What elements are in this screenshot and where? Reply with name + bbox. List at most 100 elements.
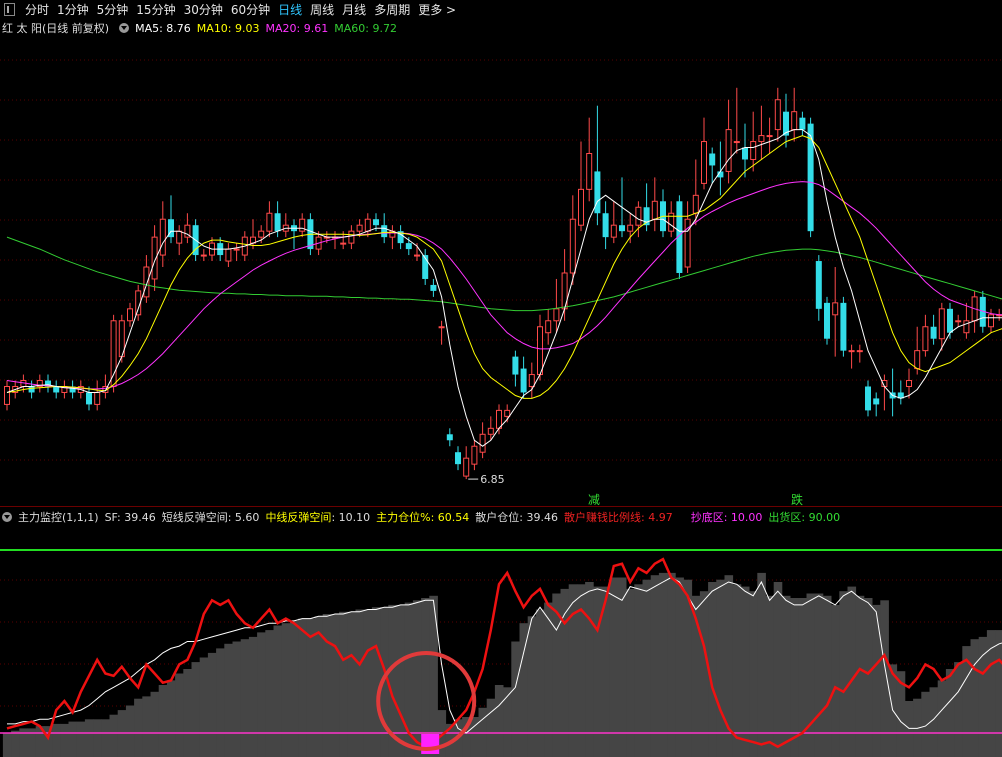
candle-body — [537, 326, 543, 376]
candle-body — [865, 386, 871, 411]
candle-body — [233, 248, 240, 251]
position-bar — [265, 630, 274, 757]
position-bar — [527, 616, 537, 757]
tab-1min[interactable]: 1分钟 — [53, 1, 93, 18]
tab-5min[interactable]: 5分钟 — [93, 1, 133, 18]
position-bar — [11, 730, 20, 757]
position-bar — [248, 636, 258, 757]
position-bar — [650, 575, 660, 757]
tab-60min[interactable]: 60分钟 — [227, 1, 274, 18]
candle-body — [299, 218, 306, 232]
candle-body — [356, 224, 363, 232]
candle-body — [512, 356, 519, 375]
tab-30min[interactable]: 30分钟 — [180, 1, 227, 18]
position-bar — [519, 623, 529, 757]
retail-ratio-label: 散户赚钱比例线: 4.97 — [564, 511, 673, 524]
position-bar — [617, 577, 627, 757]
position-bar — [216, 648, 225, 757]
signal-jian: 减 — [588, 493, 600, 506]
candlestick-chart[interactable]: 6.85 减 跌 — [0, 36, 1002, 506]
chevron-right-icon: > — [446, 3, 457, 17]
candle-body — [496, 409, 502, 429]
position-bar — [371, 607, 381, 757]
candle-body — [578, 188, 584, 226]
candle-body — [914, 350, 921, 370]
candle-body — [619, 225, 625, 232]
tab-multi-period[interactable]: 多周期 — [370, 1, 414, 18]
sidebar-toggle-icon[interactable] — [4, 3, 15, 16]
tab-daily[interactable]: 日线 — [274, 1, 306, 18]
position-bar — [642, 579, 652, 757]
candle-body — [463, 457, 470, 477]
position-bar — [347, 611, 356, 757]
position-bar — [921, 691, 930, 757]
candle-body — [832, 302, 839, 316]
ma10-label: MA10: 9.03 — [196, 21, 260, 35]
position-bar — [872, 604, 881, 757]
position-bar — [773, 582, 783, 757]
indicator-dropdown-icon[interactable] — [2, 512, 12, 522]
candle-body — [906, 380, 912, 387]
position-bar — [166, 680, 176, 757]
candle-body — [742, 147, 748, 160]
candle-body — [28, 386, 35, 393]
position-bar — [986, 630, 996, 757]
candle-body — [274, 213, 281, 232]
tab-more[interactable]: 更多 > — [414, 1, 460, 18]
position-bar — [904, 701, 914, 757]
position-bar — [675, 577, 684, 757]
position-bar — [716, 579, 725, 757]
mid-rebound-name: 中线反弹空间 — [265, 511, 332, 524]
candle-body — [225, 248, 232, 262]
position-bar — [306, 618, 315, 757]
position-bar — [52, 723, 61, 757]
position-bar — [93, 719, 102, 757]
candle-body — [692, 194, 699, 214]
position-bar — [191, 662, 201, 757]
position-bar — [396, 604, 406, 757]
candle-body — [569, 218, 576, 274]
candle-body — [143, 266, 150, 298]
candle-body — [86, 392, 92, 405]
candle-body — [709, 153, 716, 166]
candle-body — [471, 445, 478, 465]
tab-15min[interactable]: 15分钟 — [132, 1, 179, 18]
position-bar — [322, 614, 332, 757]
candle-body — [815, 261, 822, 309]
candle-body — [258, 230, 265, 238]
candle-body — [405, 243, 412, 250]
candle-body — [586, 153, 593, 190]
position-bar — [749, 591, 758, 757]
settings-dropdown-icon[interactable] — [119, 23, 130, 33]
position-bar — [634, 584, 643, 757]
position-bar — [593, 586, 602, 757]
position-bar — [142, 696, 151, 757]
candle-body — [938, 308, 945, 340]
position-bar — [667, 572, 676, 757]
candle-body — [553, 308, 560, 322]
position-bar — [363, 609, 373, 757]
candle-body — [176, 230, 183, 244]
candle-body — [930, 326, 937, 339]
position-bar — [60, 723, 69, 757]
candle-body — [159, 218, 166, 256]
position-bar — [355, 609, 365, 757]
candle-body — [53, 386, 60, 393]
bottom-zone-label: 抄底区: 10.00 — [690, 511, 763, 524]
candle-body — [414, 254, 420, 257]
position-bar — [84, 719, 94, 757]
candle-body — [840, 302, 847, 351]
tab-fenshi[interactable]: 分时 — [21, 1, 53, 18]
position-bar — [240, 639, 250, 757]
candle-body — [955, 320, 962, 323]
candle-body — [725, 129, 732, 172]
tab-monthly[interactable]: 月线 — [338, 1, 370, 18]
position-bar — [585, 582, 594, 757]
candle-body — [922, 326, 929, 352]
position-bar — [699, 591, 709, 757]
candle-body — [750, 141, 757, 160]
position-bar — [158, 685, 168, 757]
tab-weekly[interactable]: 周线 — [306, 1, 338, 18]
position-bar — [298, 618, 307, 757]
main-force-monitor-chart[interactable] — [0, 525, 1002, 757]
